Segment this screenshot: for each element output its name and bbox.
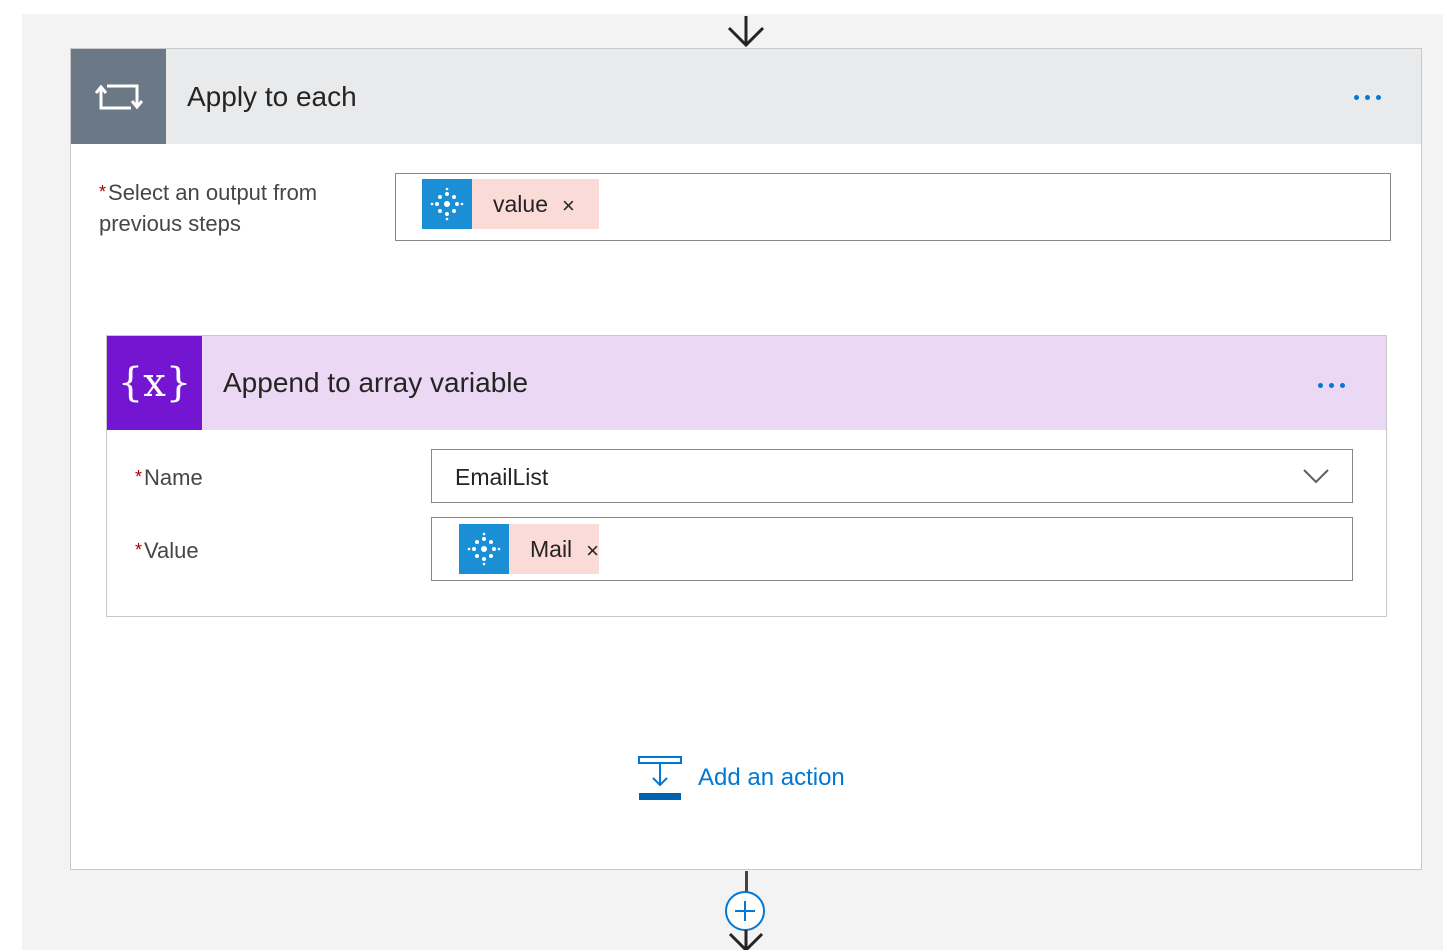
select-output-label: *Select an output from previous steps (99, 180, 318, 236)
cognitive-service-icon (459, 524, 509, 574)
down-arrow-icon (728, 930, 764, 950)
variable-icon: {x} (107, 336, 202, 430)
name-dropdown-value: EmailList (455, 464, 549, 490)
name-dropdown[interactable]: EmailList (431, 449, 1353, 503)
add-action-icon (638, 756, 682, 800)
append-to-array-header[interactable]: {x} Append to array variable (107, 336, 1386, 430)
mail-token-label: Mail (530, 535, 573, 562)
add-action-label: Add an action (698, 764, 845, 791)
append-to-array-title: Append to array variable (223, 367, 529, 398)
mail-token[interactable]: Mail × (459, 524, 600, 574)
ellipsis-icon[interactable] (1354, 95, 1381, 100)
apply-to-each-title: Apply to each (187, 81, 357, 112)
loop-icon (71, 49, 166, 144)
append-to-array-card: {x} Append to array variable *Name Email… (106, 335, 1387, 617)
select-output-input[interactable]: value × (395, 173, 1391, 241)
add-action-button[interactable]: Add an action (638, 754, 845, 802)
value-token[interactable]: value × (422, 179, 599, 229)
cognitive-service-icon (422, 179, 472, 229)
chevron-down-icon (1303, 469, 1329, 484)
value-token-label: value (493, 190, 548, 217)
ellipsis-icon[interactable] (1318, 383, 1345, 388)
value-label: *Value (135, 538, 199, 563)
down-arrow-icon (727, 16, 765, 48)
required-marker: * (99, 182, 107, 202)
remove-token-button[interactable]: × (572, 540, 599, 562)
plus-circle-icon[interactable] (724, 890, 766, 932)
remove-token-button[interactable]: × (548, 195, 599, 217)
name-label: *Name (135, 465, 203, 490)
value-input[interactable]: Mail × (431, 517, 1353, 581)
apply-to-each-header[interactable]: Apply to each (71, 49, 1421, 144)
